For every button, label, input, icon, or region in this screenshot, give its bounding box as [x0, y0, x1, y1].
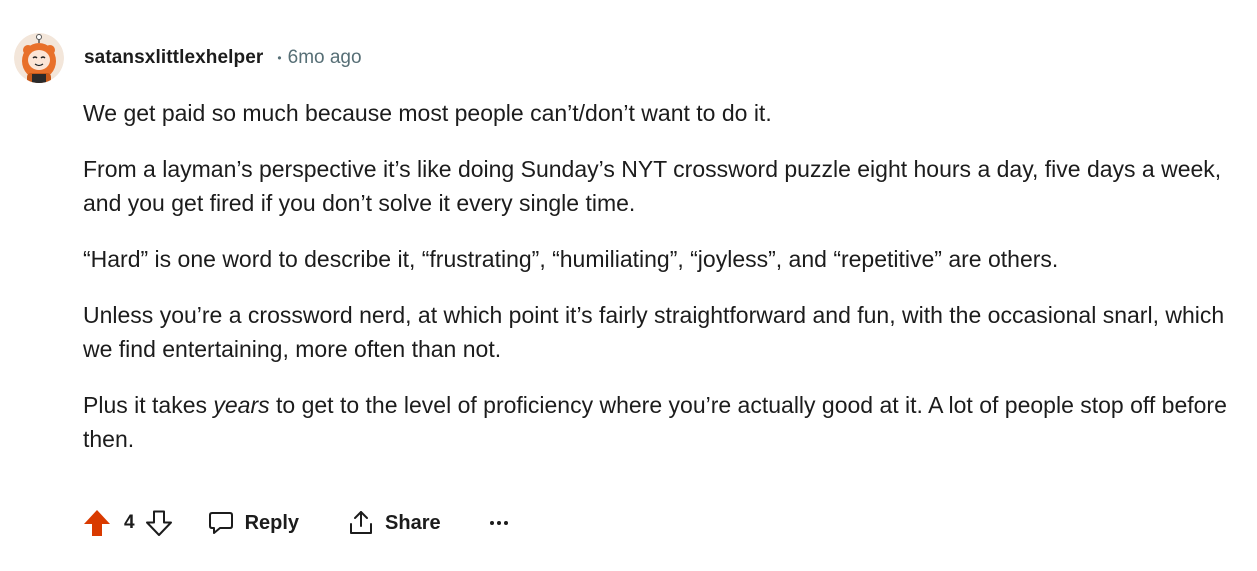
- meta-separator: •: [277, 51, 282, 65]
- comment-paragraph: From a layman’s perspective it’s like do…: [83, 156, 1222, 216]
- ellipsis-icon: [489, 521, 508, 525]
- comment-header: satansxlittlexhelper • 6mo ago: [14, 32, 362, 84]
- reply-button[interactable]: Reply: [207, 509, 299, 537]
- speech-bubble-icon: [208, 512, 233, 534]
- comment-timestamp[interactable]: 6mo ago: [288, 47, 362, 69]
- comment-paragraph: Unless you’re a crossword nerd, at which…: [83, 302, 1225, 362]
- more-options-button[interactable]: [489, 519, 509, 527]
- upvote-arrow-icon[interactable]: [82, 508, 112, 538]
- comment-paragraph: “Hard” is one word to describe it, “frus…: [83, 246, 1059, 272]
- comment-paragraph: We get paid so much because most people …: [83, 100, 772, 126]
- author-username[interactable]: satansxlittlexhelper: [84, 47, 263, 69]
- emphasized-text: years: [213, 392, 270, 418]
- comment: satansxlittlexhelper • 6mo ago We get pa…: [0, 0, 1257, 571]
- avatar-image: [14, 33, 64, 83]
- paragraph-text: Plus it takes: [83, 392, 214, 418]
- downvote-arrow-icon[interactable]: [145, 509, 173, 537]
- comment-paragraph: Plus it takes years to get to the level …: [83, 388, 1233, 456]
- reply-label: Reply: [244, 511, 300, 534]
- comment-action-bar: 4 Reply Share: [82, 503, 509, 543]
- avatar[interactable]: [14, 33, 64, 83]
- vote-score: 4: [124, 512, 135, 533]
- share-upload-icon: [350, 511, 373, 534]
- share-label: Share: [385, 511, 441, 534]
- share-button[interactable]: Share: [347, 509, 441, 537]
- vote-group: 4: [82, 508, 173, 538]
- comment-body: We get paid so much because most people …: [83, 96, 1233, 478]
